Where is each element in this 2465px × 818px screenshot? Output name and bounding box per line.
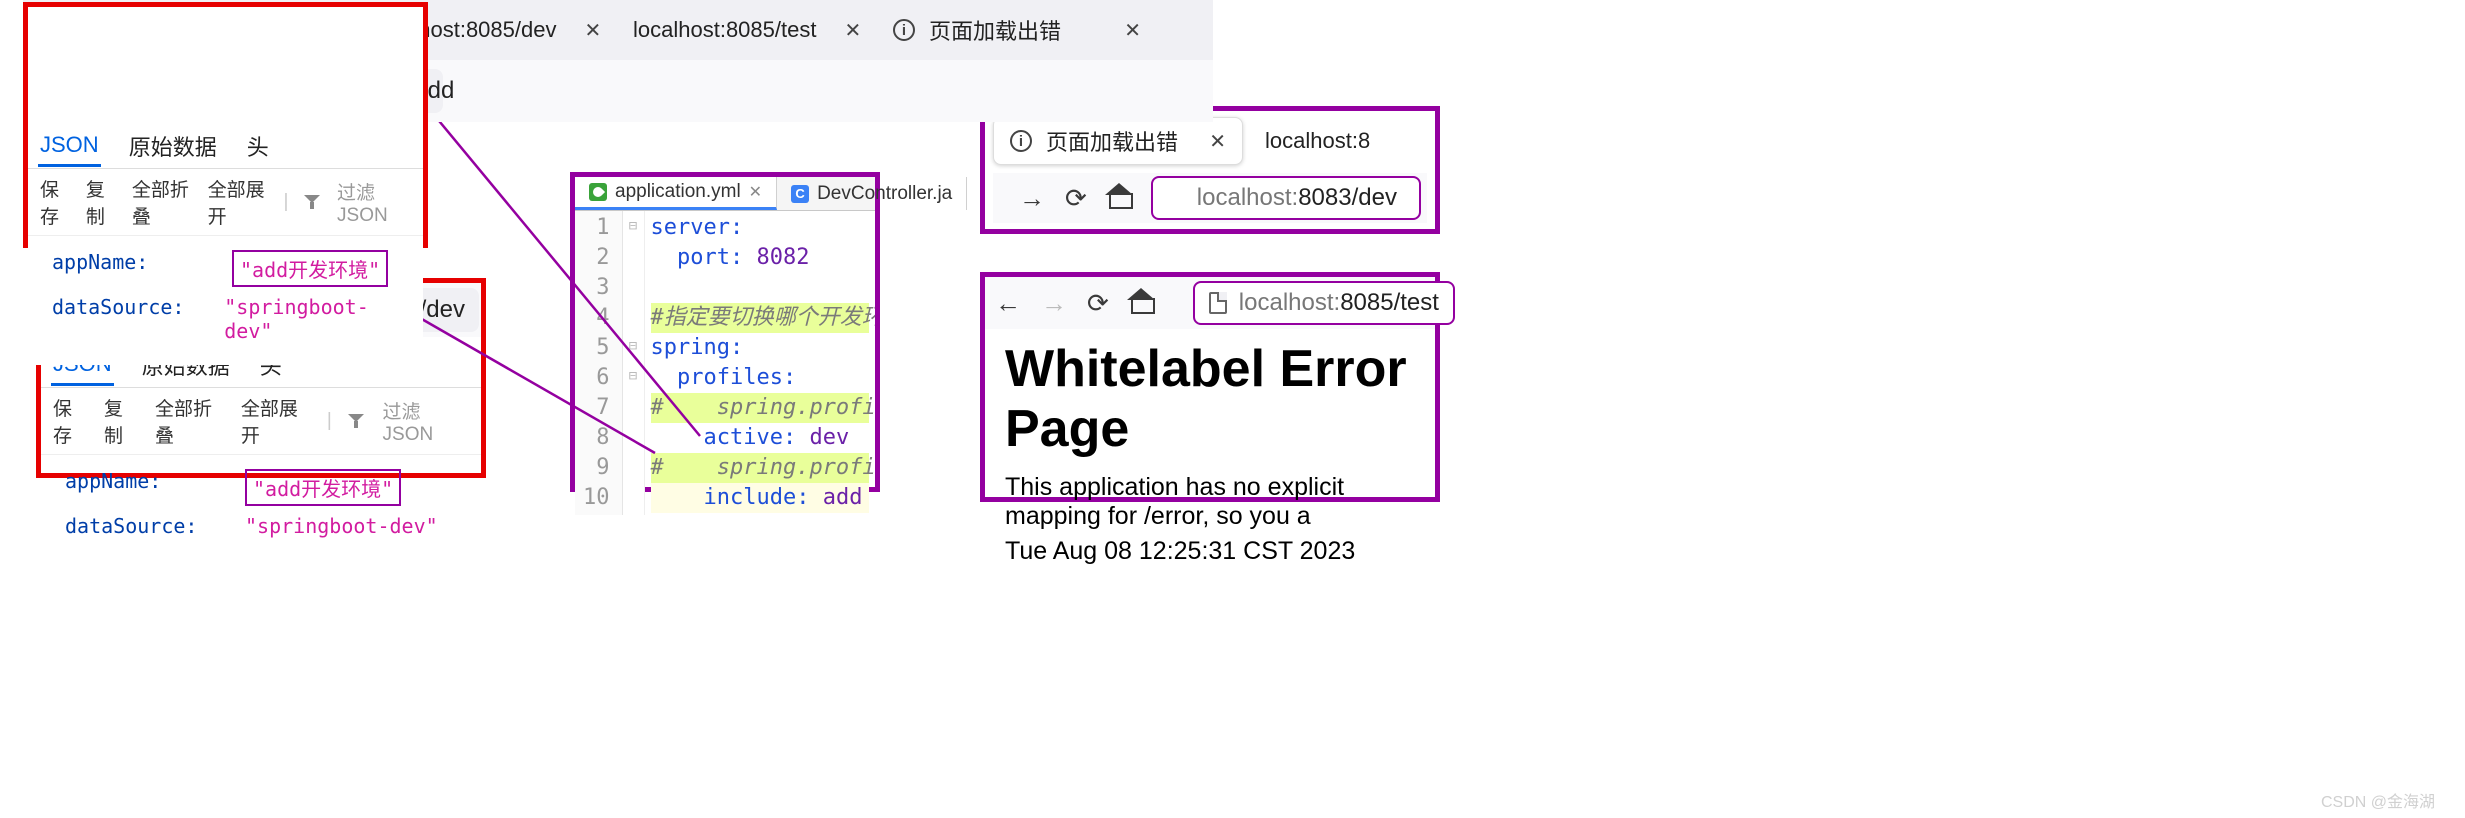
filter-input[interactable]: 过滤 JSON <box>383 397 469 446</box>
tab-test[interactable]: localhost:8085/test ✕ <box>617 6 877 54</box>
purple-box-whitelabel: ← → ⟳ localhost:8085/test Whitelabel Err… <box>980 272 1440 502</box>
spring-leaf-icon <box>589 183 607 201</box>
close-icon[interactable]: ✕ <box>844 18 861 43</box>
tab-error[interactable]: i 页面加载出错 ✕ <box>877 6 1157 54</box>
address-bar[interactable]: localhost:8085/test <box>1193 281 1455 325</box>
close-icon[interactable]: ✕ <box>1209 129 1226 154</box>
purple-box-error-tab: i 页面加载出错 ✕ localhost:8 → ⟳ localhost:808… <box>980 106 1440 234</box>
expand-all-button[interactable]: 全部展开 <box>208 175 268 229</box>
nav-toolbar-err: → ⟳ localhost:8083/dev <box>993 173 1427 223</box>
json-content: appName: "add开发环境" dataSource: "springbo… <box>41 455 481 550</box>
code-line: port: 8082 <box>651 243 870 273</box>
json-row: appName: "add开发环境" <box>65 465 465 510</box>
next-tab-partial[interactable]: localhost:8 <box>1253 128 1370 154</box>
home-button[interactable] <box>1107 183 1131 214</box>
info-icon: i <box>893 19 915 41</box>
editor-body: 12345678910 ⊟⊟⊟ server: port: 8082 #指定要切… <box>575 211 875 515</box>
back-button[interactable]: ← <box>995 288 1021 319</box>
code-line: # spring.profiles.incl <box>651 453 870 483</box>
filter-icon <box>304 195 317 209</box>
forward-button: → <box>1041 288 1067 319</box>
url-text: localhost:8083/dev <box>1197 184 1397 212</box>
fold-gutter: ⊟⊟⊟ <box>623 211 645 515</box>
page-icon <box>1209 292 1227 314</box>
collapse-all-button[interactable]: 全部折叠 <box>155 394 225 448</box>
tab-title: 页面加载出错 <box>929 14 1061 46</box>
json-tab-json[interactable]: JSON <box>38 126 101 167</box>
forward-button[interactable]: → <box>1019 183 1045 214</box>
address-bar[interactable]: localhost:8083/dev <box>1151 176 1421 220</box>
save-button[interactable]: 保存 <box>40 175 70 229</box>
close-icon[interactable]: ✕ <box>584 18 601 43</box>
json-row: appName: "add开发环境" <box>52 246 407 291</box>
code-line: profiles: <box>651 363 870 393</box>
class-icon: C <box>791 185 809 203</box>
json-value: "springboot-dev" <box>224 295 407 343</box>
home-button[interactable] <box>1129 288 1153 319</box>
code-line <box>651 273 870 303</box>
json-tab-headers[interactable]: 头 <box>245 124 271 168</box>
purple-box-yml: application.yml ✕ C DevController.ja 123… <box>570 172 880 492</box>
tab-error[interactable]: i 页面加载出错 ✕ <box>993 117 1243 165</box>
tab-title: 页面加载出错 <box>1046 125 1178 157</box>
json-key: dataSource: <box>65 514 215 538</box>
json-toolbar: 保存 复制 全部折叠 全部展开 | 过滤 JSON <box>28 169 423 236</box>
json-viewer-add: JSON 原始数据 头 保存 复制 全部折叠 全部展开 | 过滤 JSON ap… <box>28 118 423 365</box>
reload-button[interactable]: ⟳ <box>1087 288 1109 319</box>
json-view-tabs: JSON 原始数据 头 <box>28 118 423 169</box>
json-row: dataSource: "springboot-dev" <box>52 291 407 347</box>
filter-icon <box>348 414 363 428</box>
json-key: appName: <box>52 250 202 287</box>
error-timestamp: Tue Aug 08 12:25:31 CST 2023 <box>1005 537 1415 566</box>
code-line: spring: <box>651 333 870 363</box>
copy-button[interactable]: 复制 <box>104 394 139 448</box>
json-content: appName: "add开发环境" dataSource: "springbo… <box>28 236 423 365</box>
json-tab-raw[interactable]: 原始数据 <box>127 124 219 168</box>
code-line: server: <box>651 213 870 243</box>
code-area[interactable]: server: port: 8082 #指定要切换哪个开发环境，通过spring… <box>645 211 876 515</box>
line-gutter: 12345678910 <box>575 211 623 515</box>
filter-input[interactable]: 过滤 JSON <box>337 178 411 227</box>
editor-tabs: application.yml ✕ C DevController.ja <box>575 177 875 211</box>
tab-title: DevController.ja <box>817 183 952 205</box>
tab-title: application.yml <box>615 181 741 203</box>
error-page: Whitelabel Error Page This application h… <box>985 329 1435 586</box>
close-icon[interactable]: ✕ <box>1124 18 1141 43</box>
json-row: dataSource: "springboot-dev" <box>65 510 465 542</box>
close-icon[interactable]: ✕ <box>749 182 762 202</box>
code-line: include: add <box>651 483 870 513</box>
code-line: active: dev <box>651 423 870 453</box>
json-value-highlight: "add开发环境" <box>245 469 401 506</box>
tab-title: localhost:8085/test <box>633 17 816 43</box>
reload-button[interactable]: ⟳ <box>1065 183 1087 214</box>
editor-tab-controller[interactable]: C DevController.ja <box>777 177 967 210</box>
editor-tab-yml[interactable]: application.yml ✕ <box>575 177 777 210</box>
save-button[interactable]: 保存 <box>53 394 88 448</box>
code-line: # spring.profiles.acti <box>651 393 870 423</box>
code-line: #指定要切换哪个开发环境，通过 <box>651 303 870 333</box>
error-message: This application has no explicit mapping… <box>1005 473 1415 531</box>
json-value-highlight: "add开发环境" <box>232 250 388 287</box>
json-toolbar: 保存 复制 全部折叠 全部展开 | 过滤 JSON <box>41 388 481 455</box>
collapse-all-button[interactable]: 全部折叠 <box>132 175 192 229</box>
expand-all-button[interactable]: 全部展开 <box>241 394 311 448</box>
copy-button[interactable]: 复制 <box>86 175 116 229</box>
info-icon: i <box>1010 130 1032 152</box>
nav-toolbar-test: ← → ⟳ localhost:8085/test <box>985 277 1435 329</box>
url-text: localhost:8085/test <box>1239 289 1439 317</box>
json-value: "springboot-dev" <box>245 514 438 538</box>
watermark: CSDN @金海湖 <box>2321 788 2435 812</box>
error-title: Whitelabel Error Page <box>1005 339 1415 459</box>
json-key: dataSource: <box>52 295 194 343</box>
json-key: appName: <box>65 469 215 506</box>
